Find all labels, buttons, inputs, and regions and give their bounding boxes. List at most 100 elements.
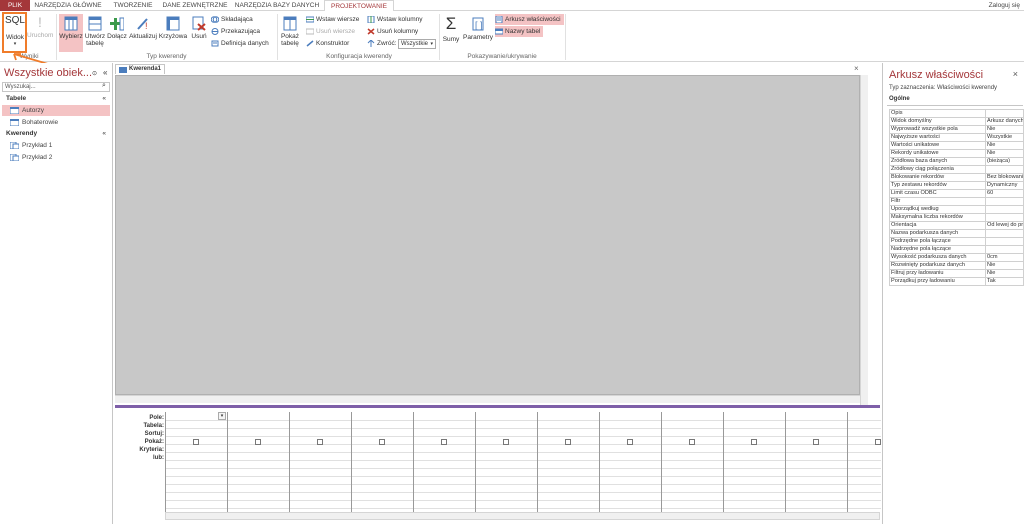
property-row[interactable]: Źródłowa baza danych (bieżąca) bbox=[889, 157, 1024, 166]
property-row[interactable]: Maksymalna liczba rekordów bbox=[889, 213, 1024, 222]
grid-horizontal-scrollbar[interactable] bbox=[165, 512, 880, 520]
property-value[interactable] bbox=[985, 197, 1024, 206]
property-row[interactable]: Rekordy unikatowe Nie bbox=[889, 149, 1024, 158]
nav-item-przyklad-1[interactable]: Przykład 1 bbox=[2, 140, 110, 151]
property-row[interactable]: Widok domyślny Arkusz danych bbox=[889, 117, 1024, 126]
property-row[interactable]: Filtruj przy ładowaniu Nie bbox=[889, 269, 1024, 278]
grid-column[interactable] bbox=[724, 412, 786, 512]
property-value[interactable] bbox=[985, 229, 1024, 238]
property-row[interactable]: Filtr bbox=[889, 197, 1024, 206]
show-checkbox[interactable] bbox=[751, 439, 757, 445]
update-button[interactable]: ! Aktualizuj bbox=[129, 16, 157, 40]
grid-column[interactable] bbox=[786, 412, 848, 512]
property-row[interactable]: Uporządkuj według bbox=[889, 205, 1024, 214]
property-row[interactable]: Nadrzędne pola łączące bbox=[889, 245, 1024, 254]
property-row[interactable]: Nazwa podarkusza danych bbox=[889, 229, 1024, 238]
property-row[interactable]: Podrzędne pola łączące bbox=[889, 237, 1024, 246]
delete-columns-button[interactable]: Usuń kolumny bbox=[367, 26, 418, 37]
property-row[interactable]: OrientacjaOd lewej do prawej bbox=[889, 221, 1024, 230]
return-dropdown[interactable]: Wszystkie ▾ bbox=[398, 39, 436, 49]
property-value[interactable]: Tak bbox=[985, 277, 1024, 286]
grid-column[interactable] bbox=[600, 412, 662, 512]
tab-database-tools[interactable]: NARZĘDZIA BAZY DANYCH bbox=[232, 0, 322, 11]
show-checkbox[interactable] bbox=[317, 439, 323, 445]
crosstab-button[interactable]: Krzyżowa bbox=[158, 16, 188, 40]
property-value[interactable]: (bieżąca) bbox=[985, 157, 1024, 166]
property-value[interactable] bbox=[985, 165, 1024, 174]
property-row[interactable]: Rozwinięty podarkusz danych Nie bbox=[889, 261, 1024, 270]
property-value[interactable]: Bez blokowania bbox=[985, 173, 1024, 182]
nav-item-bohaterowie[interactable]: Bohaterowie bbox=[2, 117, 110, 128]
tab-home[interactable]: NARZĘDZIA GŁÓWNE bbox=[32, 0, 104, 11]
grid-column[interactable] bbox=[290, 412, 352, 512]
property-value[interactable] bbox=[985, 109, 1024, 118]
select-query-button[interactable]: Wybierz bbox=[59, 14, 83, 52]
property-value[interactable]: Od lewej do prawej bbox=[985, 221, 1024, 230]
totals-button[interactable]: Σ Sumy bbox=[441, 14, 461, 43]
union-button[interactable]: Składająca bbox=[211, 14, 253, 25]
login-link[interactable]: Zaloguj się bbox=[989, 0, 1020, 11]
close-icon[interactable]: × bbox=[854, 64, 859, 73]
property-value[interactable]: 0cm bbox=[985, 253, 1024, 262]
property-row[interactable]: Limit czasu ODBC 60 bbox=[889, 189, 1024, 198]
show-checkbox[interactable] bbox=[441, 439, 447, 445]
property-value[interactable]: Nie bbox=[985, 269, 1024, 278]
builder-button[interactable]: Konstruktor bbox=[306, 38, 349, 49]
vertical-scrollbar[interactable] bbox=[860, 75, 868, 405]
property-row[interactable]: Porządkuj przy ładowaniu Tak bbox=[889, 277, 1024, 286]
show-checkbox[interactable] bbox=[255, 439, 261, 445]
show-checkbox[interactable] bbox=[627, 439, 633, 445]
property-row[interactable]: Wartości unikatowe Nie bbox=[889, 141, 1024, 150]
property-row[interactable]: Opis bbox=[889, 109, 1024, 118]
tab-general[interactable]: Ogólne bbox=[889, 96, 910, 102]
show-checkbox[interactable] bbox=[689, 439, 695, 445]
data-definition-button[interactable]: Definicja danych bbox=[211, 38, 269, 49]
property-value[interactable]: Nie bbox=[985, 125, 1024, 134]
search-input[interactable]: Wyszukaj... bbox=[2, 82, 110, 92]
nav-title[interactable]: Wszystkie obiek... bbox=[4, 67, 92, 79]
query-tables-pane[interactable] bbox=[115, 75, 860, 395]
grid-column[interactable] bbox=[352, 412, 414, 512]
nav-item-przyklad-2[interactable]: Przykład 2 bbox=[2, 152, 110, 163]
property-value[interactable] bbox=[985, 205, 1024, 214]
property-row[interactable]: Wysokość podarkusza danych 0cm bbox=[889, 253, 1024, 262]
insert-rows-button[interactable]: Wstaw wiersze bbox=[306, 14, 359, 25]
property-value[interactable]: 60 bbox=[985, 189, 1024, 198]
table-names-button[interactable]: Nazwy tabel bbox=[495, 26, 544, 37]
run-button[interactable]: ! Uruchom bbox=[27, 14, 53, 39]
show-checkbox[interactable] bbox=[193, 439, 199, 445]
property-value[interactable] bbox=[985, 245, 1024, 254]
property-sheet-button[interactable]: Arkusz właściwości bbox=[495, 14, 564, 25]
design-grid[interactable]: ▾ bbox=[165, 412, 910, 512]
close-icon[interactable]: × bbox=[1013, 69, 1018, 79]
show-table-button[interactable]: Pokaż tabelę bbox=[279, 16, 301, 47]
grid-column[interactable] bbox=[166, 412, 228, 512]
property-row[interactable]: Najwyższe wartości Wszystkie bbox=[889, 133, 1024, 142]
horizontal-scrollbar[interactable] bbox=[115, 395, 860, 403]
insert-columns-button[interactable]: Wstaw kolumny bbox=[367, 14, 423, 25]
grid-column[interactable] bbox=[662, 412, 724, 512]
property-value[interactable] bbox=[985, 237, 1024, 246]
property-value[interactable]: Wszystkie bbox=[985, 133, 1024, 142]
grid-column[interactable] bbox=[538, 412, 600, 512]
collapse-icon[interactable]: « bbox=[103, 68, 107, 77]
grid-column[interactable] bbox=[414, 412, 476, 512]
show-checkbox[interactable] bbox=[503, 439, 509, 445]
property-value[interactable]: Arkusz danych bbox=[985, 117, 1024, 126]
delete-button[interactable]: Usuń bbox=[189, 16, 209, 40]
delete-rows-button[interactable]: Usuń wiersze bbox=[306, 26, 355, 37]
tab-create[interactable]: TWORZENIE bbox=[108, 0, 158, 11]
property-value[interactable]: Nie bbox=[985, 141, 1024, 150]
grid-column[interactable] bbox=[476, 412, 538, 512]
show-checkbox[interactable] bbox=[813, 439, 819, 445]
property-row[interactable]: Wyprowadź wszystkie pola Nie bbox=[889, 125, 1024, 134]
property-row[interactable]: Blokowanie rekordów Bez blokowania bbox=[889, 173, 1024, 182]
pass-through-button[interactable]: Przekazująca bbox=[211, 26, 260, 37]
parameters-button[interactable]: [ ] Parametry bbox=[462, 16, 494, 41]
nav-item-autorzy[interactable]: Autorzy bbox=[2, 105, 110, 116]
make-table-button[interactable]: Utwórz tabelę bbox=[84, 16, 106, 47]
nav-section-queries[interactable]: Kwerendy « bbox=[2, 129, 110, 139]
property-row[interactable]: Źródłowy ciąg połączenia bbox=[889, 165, 1024, 174]
nav-menu-icon[interactable]: ⊙ bbox=[92, 70, 97, 77]
show-checkbox[interactable] bbox=[379, 439, 385, 445]
